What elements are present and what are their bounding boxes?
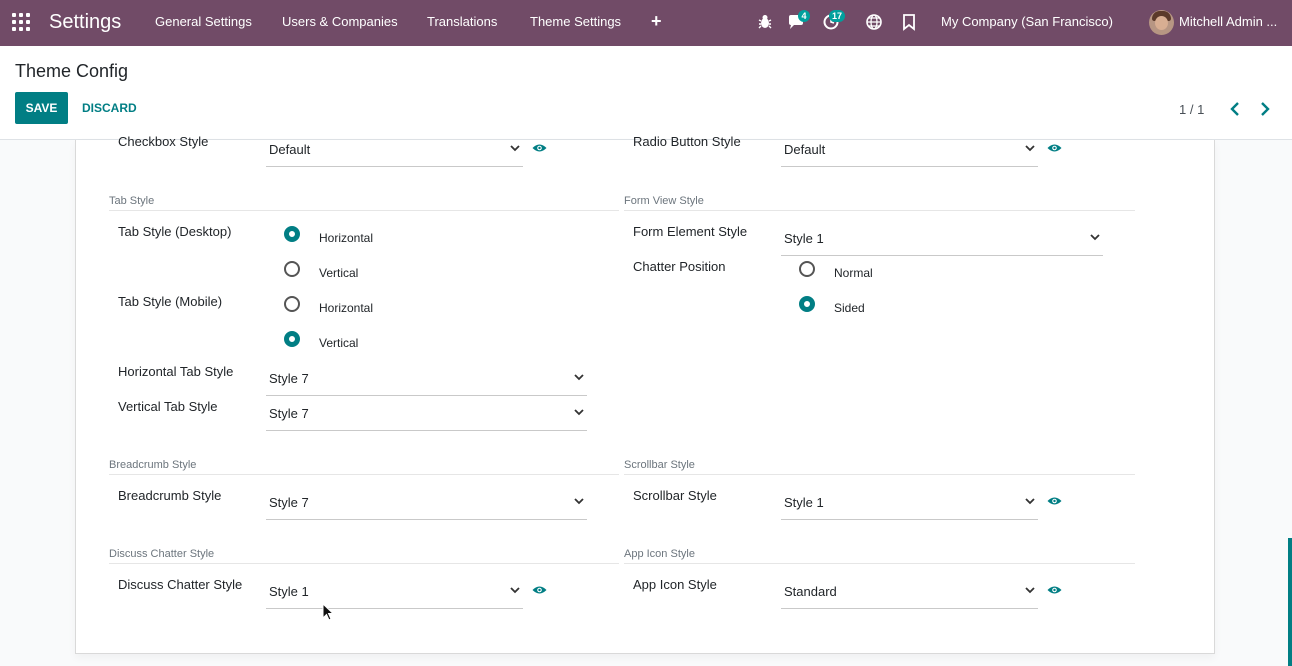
discuss-chatter-style-select[interactable]: Style 1: [266, 573, 523, 609]
save-button[interactable]: SAVE: [15, 92, 68, 124]
section-title-form-view-style: Form View Style: [624, 195, 704, 207]
company-switcher[interactable]: My Company (San Francisco): [941, 14, 1113, 29]
apps-menu-icon[interactable]: [12, 13, 32, 33]
tab-mobile-horizontal-label[interactable]: Horizontal: [319, 301, 373, 315]
menu-general-settings[interactable]: General Settings: [155, 14, 252, 29]
chatter-normal-radio[interactable]: [799, 261, 815, 277]
eye-icon[interactable]: [1047, 143, 1062, 153]
vertical-tab-style-label: Vertical Tab Style: [118, 399, 218, 414]
bookmark-icon[interactable]: [900, 13, 918, 31]
eye-icon[interactable]: [532, 143, 547, 153]
tab-desktop-horizontal-label[interactable]: Horizontal: [319, 231, 373, 245]
chevron-down-icon: [510, 587, 520, 594]
section-title-discuss-chatter-style: Discuss Chatter Style: [109, 548, 215, 560]
eye-icon[interactable]: [1047, 585, 1062, 595]
tab-desktop-vertical-label[interactable]: Vertical: [319, 266, 358, 280]
checkbox-style-select[interactable]: Default: [266, 131, 523, 167]
chevron-down-icon: [510, 145, 520, 152]
app-title[interactable]: Settings: [49, 11, 121, 34]
eye-icon[interactable]: [1047, 496, 1062, 506]
chatter-position-label: Chatter Position: [633, 259, 726, 274]
chevron-down-icon: [1090, 234, 1100, 241]
top-navbar: Settings General Settings Users & Compan…: [0, 0, 1292, 46]
scrollbar-style-label: Scrollbar Style: [633, 488, 717, 503]
tab-mobile-vertical-radio[interactable]: [284, 331, 300, 347]
section-title-scrollbar-style: Scrollbar Style: [624, 459, 695, 471]
user-avatar[interactable]: [1149, 10, 1174, 35]
mouse-cursor-icon: [322, 603, 334, 621]
chevron-left-icon[interactable]: [1228, 101, 1242, 117]
tab-style-mobile-label: Tab Style (Mobile): [118, 294, 223, 309]
messages-badge: 4: [798, 10, 810, 22]
chevron-down-icon: [574, 409, 584, 416]
pager-value[interactable]: 1 / 1: [1179, 102, 1204, 117]
tab-desktop-vertical-radio[interactable]: [284, 261, 300, 277]
app-icon-style-label: App Icon Style: [633, 577, 717, 592]
section-title-app-icon-style: App Icon Style: [624, 548, 695, 560]
section-title-tab-style: Tab Style: [109, 195, 155, 207]
chevron-down-icon: [574, 374, 584, 381]
breadcrumb-style-label: Breadcrumb Style: [118, 488, 222, 503]
section-divider: [109, 474, 619, 475]
user-menu[interactable]: Mitchell Admin ...: [1179, 14, 1277, 29]
tab-desktop-horizontal-radio[interactable]: [284, 226, 300, 242]
chevron-down-icon: [1025, 145, 1035, 152]
scrollbar-thumb[interactable]: [1288, 538, 1292, 666]
app-icon-style-select[interactable]: Standard: [781, 573, 1038, 609]
chatter-sided-label[interactable]: Sided: [834, 301, 865, 315]
form-element-style-select[interactable]: Style 1: [781, 220, 1103, 256]
breadcrumb-style-select[interactable]: Style 7: [266, 484, 587, 520]
horizontal-tab-style-select[interactable]: Style 7: [266, 360, 587, 396]
horizontal-tab-style-label: Horizontal Tab Style: [118, 364, 234, 379]
menu-theme-settings[interactable]: Theme Settings: [530, 14, 621, 29]
plus-icon[interactable]: +: [651, 11, 662, 32]
tab-mobile-vertical-label[interactable]: Vertical: [319, 336, 358, 350]
vertical-tab-style-select[interactable]: Style 7: [266, 395, 587, 431]
chevron-right-icon[interactable]: [1258, 101, 1272, 117]
chevron-down-icon: [1025, 498, 1035, 505]
eye-icon[interactable]: [532, 585, 547, 595]
radio-button-style-label: Radio Button Style: [633, 134, 741, 149]
chatter-sided-radio[interactable]: [799, 296, 815, 312]
section-title-breadcrumb-style: Breadcrumb Style: [109, 459, 197, 471]
scrollbar-style-select[interactable]: Style 1: [781, 484, 1038, 520]
section-divider: [624, 563, 1135, 564]
discard-button[interactable]: DISCARD: [82, 101, 137, 115]
section-divider: [109, 563, 619, 564]
checkbox-style-label: Checkbox Style: [118, 134, 209, 149]
menu-translations[interactable]: Translations: [427, 14, 497, 29]
menu-users-companies[interactable]: Users & Companies: [282, 14, 398, 29]
discuss-chatter-style-label: Discuss Chatter Style: [118, 577, 243, 592]
chevron-down-icon: [574, 498, 584, 505]
section-divider: [624, 474, 1135, 475]
tab-mobile-horizontal-radio[interactable]: [284, 296, 300, 312]
section-divider: [109, 210, 619, 211]
activities-badge: 17: [829, 10, 846, 22]
page-title: Theme Config: [15, 61, 129, 81]
chevron-down-icon: [1025, 587, 1035, 594]
tab-style-desktop-label: Tab Style (Desktop): [118, 224, 232, 239]
radio-button-style-select[interactable]: Default: [781, 131, 1038, 167]
debug-bug-icon[interactable]: [756, 13, 774, 31]
chatter-normal-label[interactable]: Normal: [834, 266, 873, 280]
section-divider: [624, 210, 1135, 211]
globe-icon[interactable]: [865, 13, 883, 31]
control-panel: Theme Config SAVE DISCARD 1 / 1: [0, 46, 1292, 140]
form-element-style-label: Form Element Style: [633, 224, 748, 239]
